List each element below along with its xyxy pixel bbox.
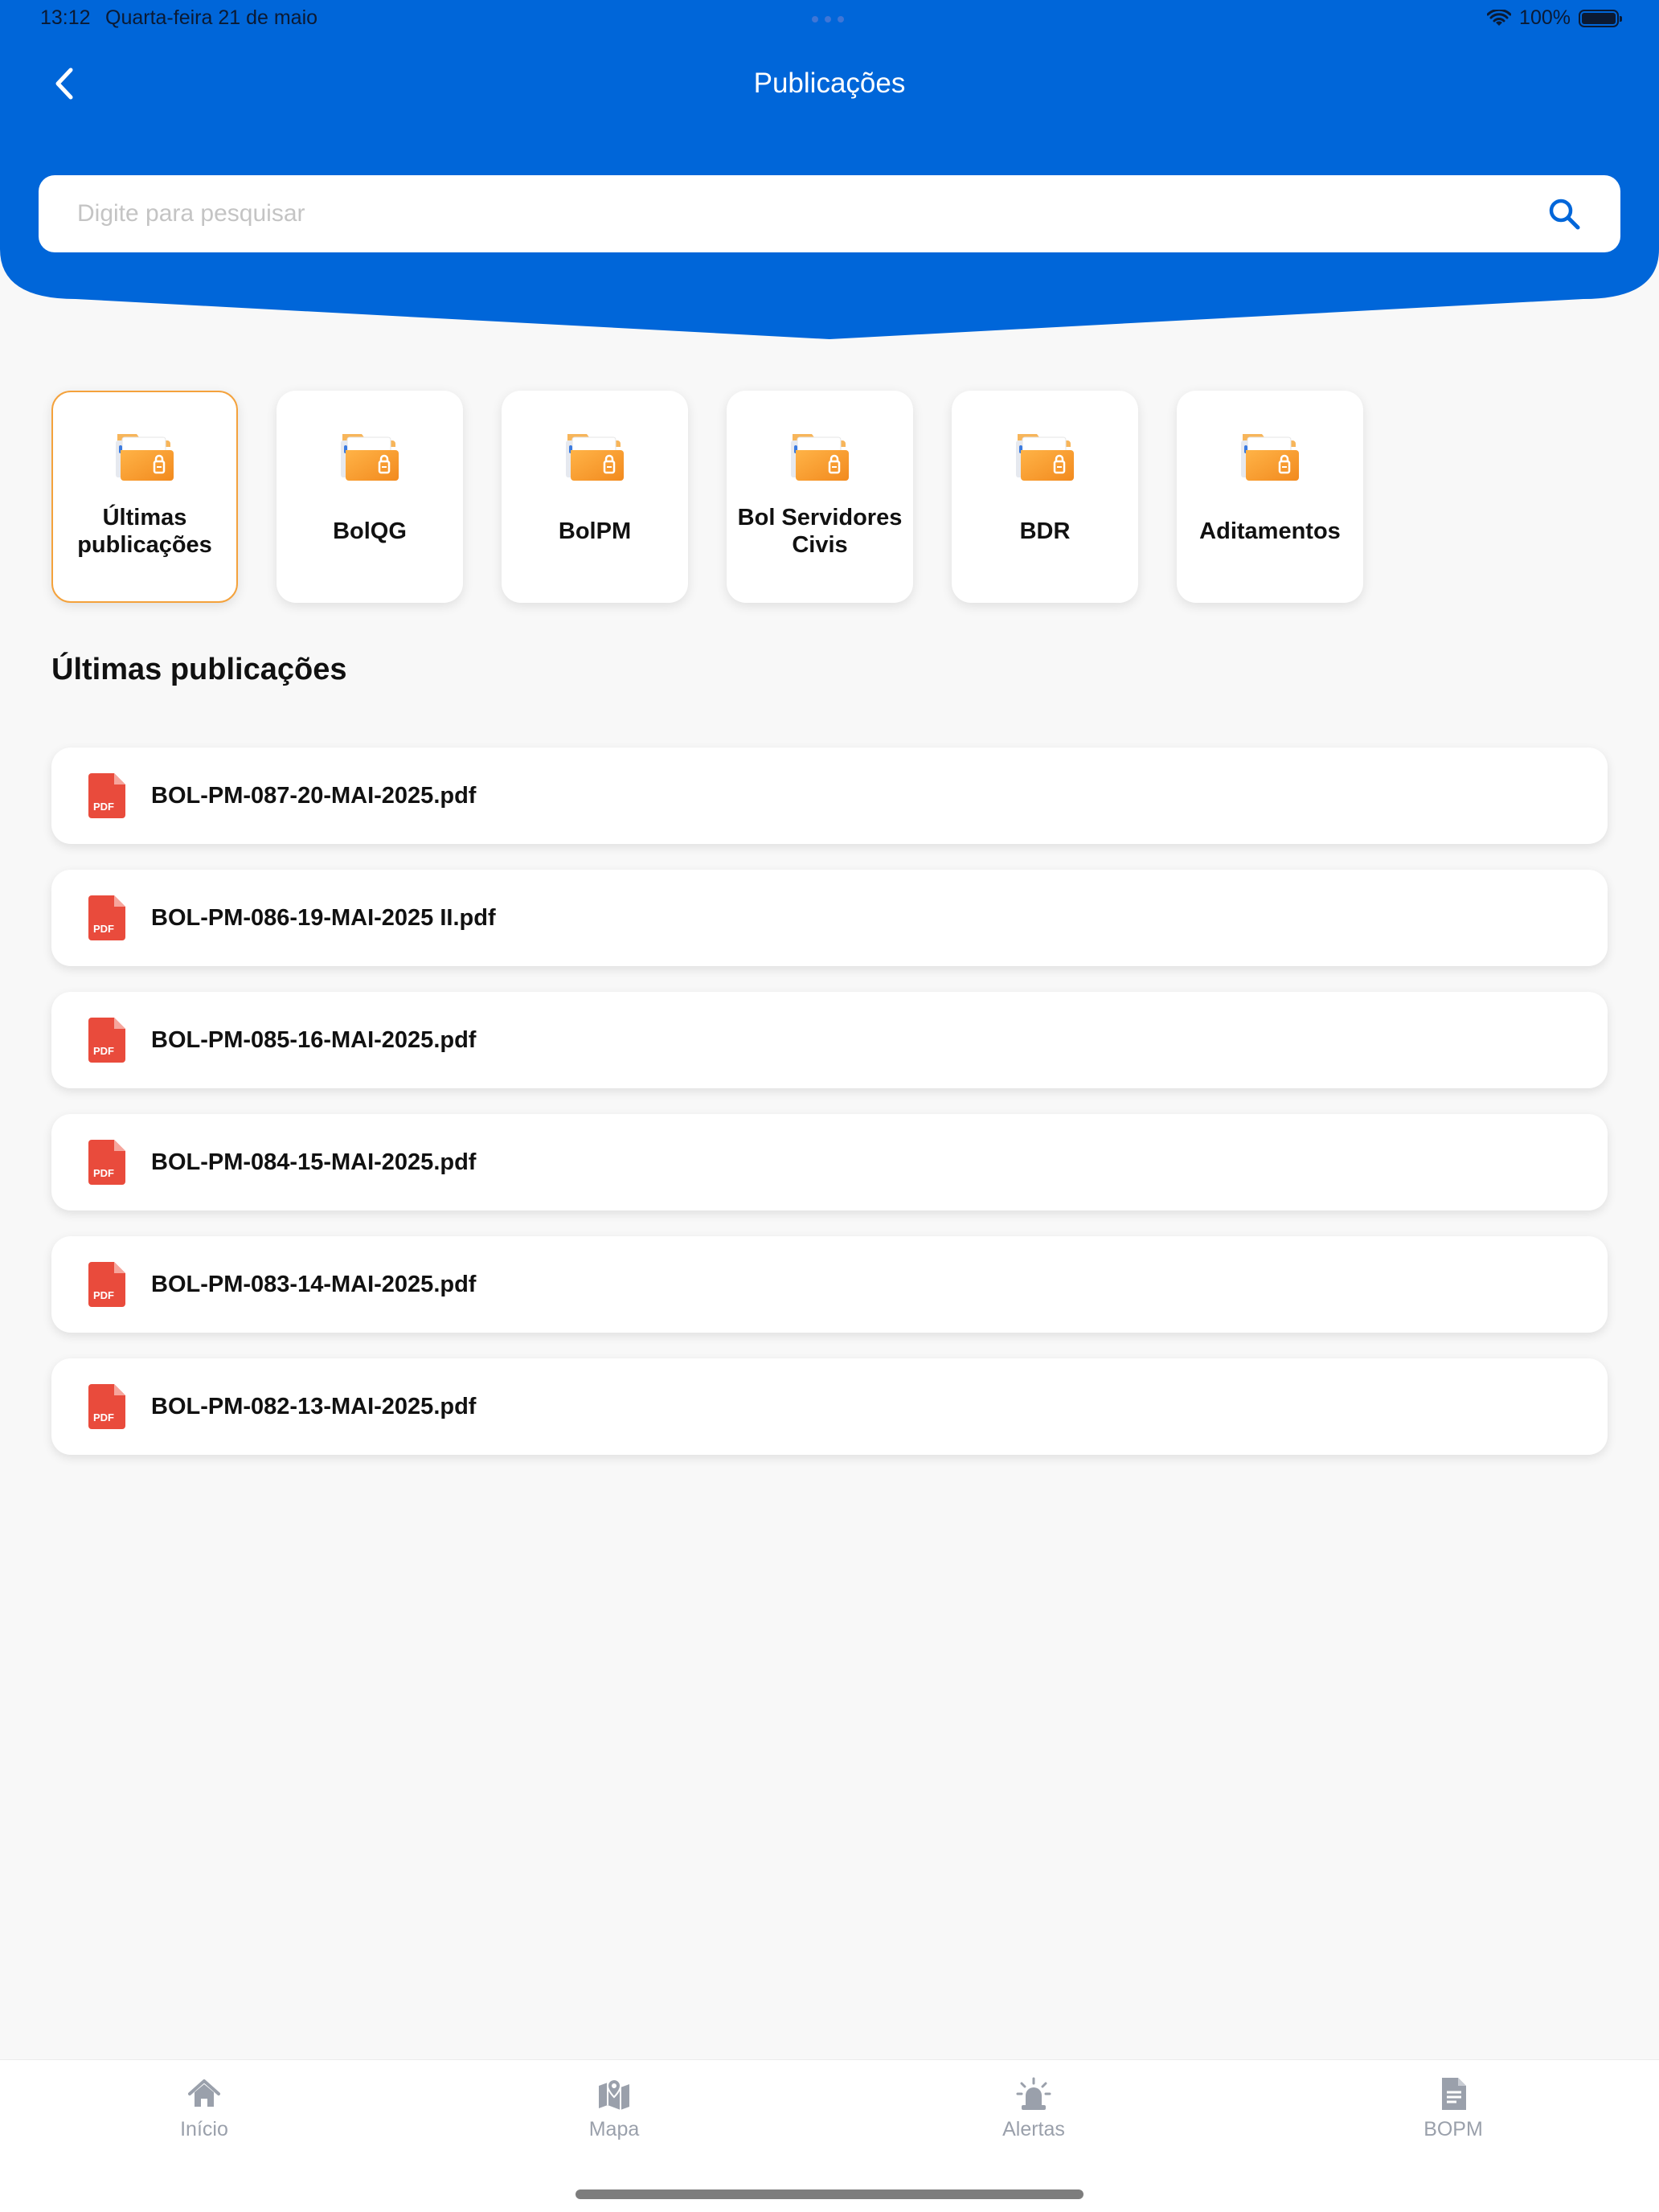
category-tile-aditamentos[interactable]: Aditamentos [1177, 391, 1363, 603]
section-title: Últimas publicações [51, 653, 347, 686]
file-row[interactable]: PDF BOL-PM-086-19-MAI-2025 II.pdf [51, 870, 1608, 966]
status-time: 13:12 [40, 6, 91, 29]
header-background [0, 0, 1659, 339]
pdf-file-icon: PDF [88, 1018, 125, 1063]
folder-icon [1241, 434, 1299, 481]
category-list: Últimas publicações BolQG BolPM Bol Serv… [51, 391, 1363, 603]
nav-label-mapa: Mapa [588, 2118, 640, 2140]
search-icon[interactable] [1546, 196, 1582, 231]
file-row[interactable]: PDF BOL-PM-082-13-MAI-2025.pdf [51, 1358, 1608, 1455]
file-row[interactable]: PDF BOL-PM-084-15-MAI-2025.pdf [51, 1114, 1608, 1210]
file-list: PDF BOL-PM-087-20-MAI-2025.pdf PDF BOL-P… [51, 748, 1608, 1481]
nav-label-inicio: Início [180, 2118, 228, 2140]
status-bar: 13:12 Quarta-feira 21 de maio 100% [0, 0, 1659, 40]
category-tile-bolpm[interactable]: BolPM [502, 391, 688, 603]
svg-text:PDF: PDF [93, 1289, 114, 1301]
nav-label-bopm: BOPM [1423, 2118, 1483, 2140]
file-row[interactable]: PDF BOL-PM-087-20-MAI-2025.pdf [51, 748, 1608, 844]
file-name: BOL-PM-082-13-MAI-2025.pdf [151, 1393, 477, 1419]
nav-item-alertas[interactable]: Alertas [937, 2076, 1130, 2141]
page-title: Publicações [753, 68, 906, 99]
wifi-icon [1487, 9, 1512, 26]
svg-text:PDF: PDF [93, 923, 114, 935]
category-tile-bolqg[interactable]: BolQG [276, 391, 463, 603]
category-label: Aditamentos [1199, 518, 1341, 544]
category-label: BolPM [558, 518, 632, 544]
home-icon [188, 2079, 220, 2107]
nav-item-inicio[interactable]: Início [108, 2076, 301, 2141]
nav-item-bopm[interactable]: BOPM [1357, 2076, 1550, 2141]
file-name: BOL-PM-085-16-MAI-2025.pdf [151, 1026, 477, 1053]
map-icon [599, 2078, 629, 2110]
folder-icon [566, 434, 624, 481]
file-name: BOL-PM-084-15-MAI-2025.pdf [151, 1149, 477, 1175]
category-tile-bol-servidores-civis[interactable]: Bol Servidores Civis [727, 391, 913, 603]
category-tile-bdr[interactable]: BDR [952, 391, 1138, 603]
folder-icon [791, 434, 849, 481]
battery-icon [1579, 9, 1622, 27]
svg-text:PDF: PDF [93, 1045, 114, 1057]
home-indicator[interactable] [576, 2189, 1083, 2199]
battery-percent: 100% [1519, 6, 1571, 29]
pdf-file-icon: PDF [88, 773, 125, 818]
svg-text:PDF: PDF [93, 1411, 114, 1423]
multitasking-dots-icon[interactable] [812, 16, 847, 23]
file-row[interactable]: PDF BOL-PM-085-16-MAI-2025.pdf [51, 992, 1608, 1088]
folder-icon [1016, 434, 1074, 481]
nav-item-mapa[interactable]: Mapa [518, 2076, 711, 2141]
file-name: BOL-PM-087-20-MAI-2025.pdf [151, 782, 477, 809]
siren-icon [1016, 2077, 1051, 2110]
pdf-file-icon: PDF [88, 1384, 125, 1429]
category-label: Bol Servidores Civis [737, 505, 903, 558]
category-label: Últimas publicações [77, 505, 212, 558]
folder-icon [116, 434, 174, 481]
folder-icon [341, 434, 399, 481]
status-date: Quarta-feira 21 de maio [105, 6, 318, 29]
document-icon [1442, 2078, 1466, 2110]
status-indicators: 100% [1487, 6, 1622, 30]
category-label: BolQG [333, 518, 407, 544]
file-name: BOL-PM-086-19-MAI-2025 II.pdf [151, 904, 496, 931]
svg-text:PDF: PDF [93, 801, 114, 813]
pdf-file-icon: PDF [88, 1140, 125, 1185]
nav-label-alertas: Alertas [1002, 2118, 1065, 2140]
pdf-file-icon: PDF [88, 895, 125, 940]
category-label: BDR [1019, 518, 1071, 544]
search-bar [39, 175, 1620, 252]
svg-text:PDF: PDF [93, 1167, 114, 1179]
pdf-file-icon: PDF [88, 1262, 125, 1307]
search-input[interactable] [77, 200, 1546, 227]
category-tile-ultimas-publicacoes[interactable]: Últimas publicações [51, 391, 238, 603]
file-row[interactable]: PDF BOL-PM-083-14-MAI-2025.pdf [51, 1236, 1608, 1333]
file-name: BOL-PM-083-14-MAI-2025.pdf [151, 1271, 477, 1297]
